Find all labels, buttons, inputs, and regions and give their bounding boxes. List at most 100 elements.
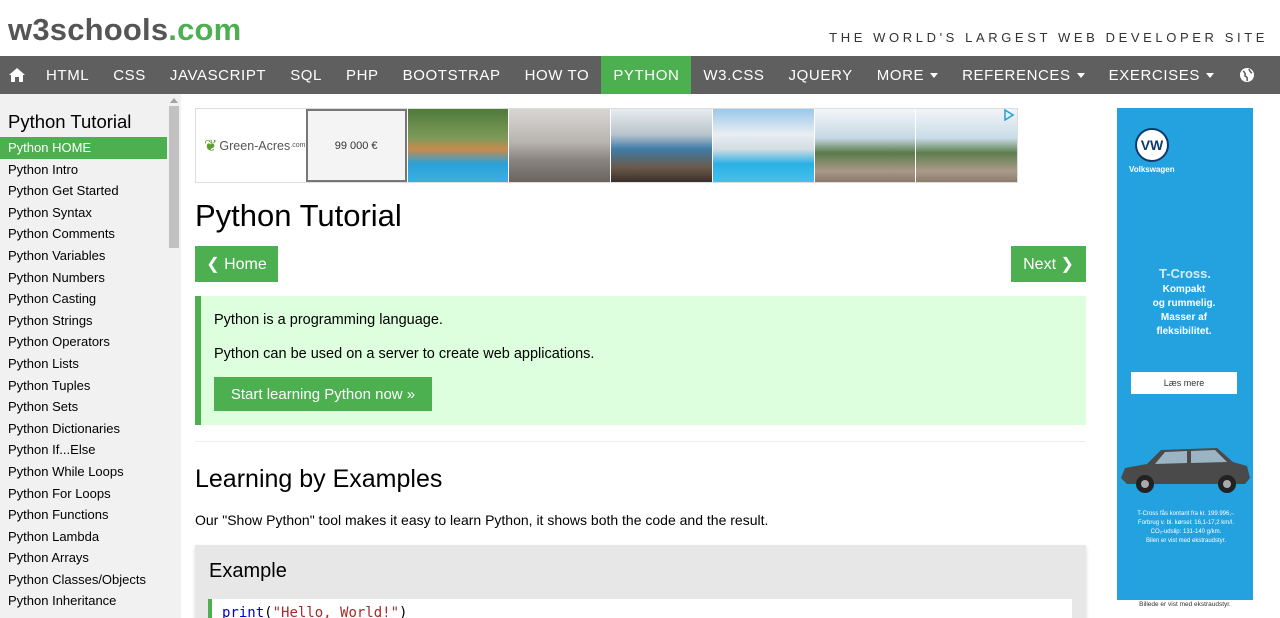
site-tagline: THE WORLD'S LARGEST WEB DEVELOPER SITE [829, 30, 1268, 45]
code-paren-close: ) [399, 605, 408, 618]
sidebar-item[interactable]: Python HOME [0, 137, 167, 159]
sidebar-item[interactable]: Python Inheritance [0, 590, 167, 612]
ad-choices-icon[interactable] [1003, 109, 1015, 121]
ad-photo-sea-view[interactable] [611, 109, 712, 182]
ad-photo-resort[interactable] [712, 109, 814, 182]
sidebar-item[interactable]: Python Variables [0, 245, 167, 267]
nav-more-label: MORE [876, 66, 925, 84]
section-heading: Learning by Examples [195, 465, 443, 493]
ad-banner-top[interactable]: ❦ Green-Acres .com 99 000 € [195, 108, 1018, 183]
code-string: "Hello, World!" [272, 605, 400, 618]
ad-right-line-2: og rummelig. [1152, 298, 1216, 309]
home-link[interactable] [0, 56, 34, 94]
code-line: print("Hello, World!") [222, 605, 407, 618]
example-box: Example print("Hello, World!") [195, 545, 1086, 618]
ad-photo-terrace-2[interactable] [916, 109, 1018, 182]
ad-price[interactable]: 99 000 € [305, 109, 407, 182]
sidebar-item[interactable]: Python If...Else [0, 439, 167, 461]
scrollbar-thumb[interactable] [169, 106, 179, 248]
start-learning-button[interactable]: Start learning Python now » [214, 377, 432, 411]
ad-brand-suffix: .com [290, 142, 306, 149]
ad-photo-terrace-1[interactable] [814, 109, 916, 182]
sidebar-item[interactable]: Python Syntax [0, 202, 167, 224]
sidebar-item[interactable]: Python Functions [0, 504, 167, 526]
divider [195, 441, 1086, 442]
sidebar-item[interactable]: Python Comments [0, 223, 167, 245]
logo-dot-com: .com [168, 12, 242, 47]
nav-references-label: REFERENCES [962, 66, 1071, 84]
ad-brand: ❦ Green-Acres .com [196, 109, 306, 182]
nav-more[interactable]: MORE [865, 56, 950, 94]
nav-javascript[interactable]: JAVASCRIPT [158, 56, 278, 94]
sidebar-item[interactable]: Python Intro [0, 159, 167, 181]
caret-down-icon [930, 72, 939, 78]
sidebar-item[interactable]: Python Strings [0, 310, 167, 332]
nav-references[interactable]: REFERENCES [950, 56, 1097, 94]
home-icon [9, 68, 25, 82]
ad-right-fine-3: CO₂-udslip: 131-140 g/km. [1150, 529, 1222, 535]
ad-right-line-1: Kompakt [1162, 284, 1206, 295]
sidebar-item[interactable]: Python For Loops [0, 483, 167, 505]
sidebar-list: Python HOME Python Intro Python Get Starte… [0, 137, 167, 612]
nav-html[interactable]: HTML [34, 56, 101, 94]
home-button[interactable]: ❮ Home [195, 246, 278, 282]
leaf-icon: ❦ [204, 137, 218, 155]
ad-right-line-3: Masser af [1160, 312, 1208, 323]
nav-exercises-label: EXERCISES [1108, 66, 1200, 84]
page-title: Python Tutorial [195, 198, 402, 233]
ad-right-cta-button[interactable]: Læs mere [1131, 372, 1237, 394]
scroll-up-arrow-icon[interactable] [170, 98, 178, 103]
nav-css[interactable]: CSS [101, 56, 158, 94]
ad-right-brand: Volkswagen [1129, 165, 1175, 174]
nav-bootstrap[interactable]: BOOTSTRAP [391, 56, 513, 94]
site-logo[interactable]: w3schools.com [8, 12, 241, 48]
code-paren-open: ( [264, 605, 273, 618]
sidebar: Python Tutorial Python HOME Python Intro P… [0, 94, 181, 618]
sidebar-item[interactable]: Python Lambda [0, 526, 167, 548]
sidebar-item[interactable]: Python While Loops [0, 461, 167, 483]
example-title: Example [209, 560, 287, 582]
volkswagen-logo-icon: VW [1135, 128, 1169, 162]
nav-how-to[interactable]: HOW TO [513, 56, 602, 94]
site-header: w3schools.com THE WORLD'S LARGEST WEB DE… [0, 0, 1280, 56]
nav-right-group: REFERENCES EXERCISES [950, 56, 1280, 94]
intro-text-1: Python is a programming language. [214, 312, 443, 328]
code-function: print [222, 605, 265, 618]
top-nav: HTML CSS JAVASCRIPT SQL PHP BOOTSTRAP HO… [0, 56, 1280, 94]
code-block: print("Hello, World!") [208, 599, 1072, 618]
intro-text-2: Python can be used on a server to create… [214, 346, 595, 362]
nav-exercises[interactable]: EXERCISES [1097, 56, 1226, 94]
sidebar-scrollbar[interactable] [167, 94, 181, 618]
intro-note: Python is a programming language. Python… [195, 296, 1086, 425]
nav-w3css[interactable]: W3.CSS [691, 56, 776, 94]
translate-button[interactable] [1226, 56, 1268, 94]
nav-python[interactable]: PYTHON [601, 56, 692, 94]
sidebar-item[interactable]: Python Sets [0, 396, 167, 418]
sidebar-item[interactable]: Python Classes/Objects [0, 569, 167, 591]
caret-down-icon [1076, 72, 1085, 78]
section-lead: Our "Show Python" tool makes it easy to … [195, 512, 769, 528]
sidebar-item[interactable]: Python Operators [0, 331, 167, 353]
caret-down-icon [1205, 72, 1214, 78]
sidebar-item[interactable]: Python Dictionaries [0, 418, 167, 440]
next-button[interactable]: Next ❯ [1011, 246, 1086, 282]
sidebar-item[interactable]: Python Get Started [0, 180, 167, 202]
car-image-icon [1121, 448, 1250, 493]
nav-sql[interactable]: SQL [278, 56, 334, 94]
sidebar-item[interactable]: Python Lists [0, 353, 167, 375]
search-button[interactable] [1268, 56, 1280, 94]
sidebar-item[interactable]: Python Numbers [0, 267, 167, 289]
ad-right-caption: Billede er vist med ekstraudstyr. [1117, 600, 1253, 610]
sidebar-item[interactable]: Python Arrays [0, 547, 167, 569]
globe-icon [1239, 68, 1254, 82]
ad-banner-right[interactable]: VW Volkswagen T-Cross. Kompakt og rummel… [1117, 108, 1253, 610]
sidebar-item[interactable]: Python Casting [0, 288, 167, 310]
sidebar-title: Python Tutorial [8, 111, 132, 132]
nav-php[interactable]: PHP [334, 56, 391, 94]
ad-right-fine-2: Forbrug v. bl. kørsel: 16,1-17,2 km/l. [1138, 520, 1234, 526]
ad-photo-bedroom[interactable] [509, 109, 611, 182]
logo-text: w3schools [8, 12, 169, 47]
nav-jquery[interactable]: JQUERY [777, 56, 865, 94]
sidebar-item[interactable]: Python Tuples [0, 375, 167, 397]
ad-photo-pool[interactable] [407, 109, 509, 182]
